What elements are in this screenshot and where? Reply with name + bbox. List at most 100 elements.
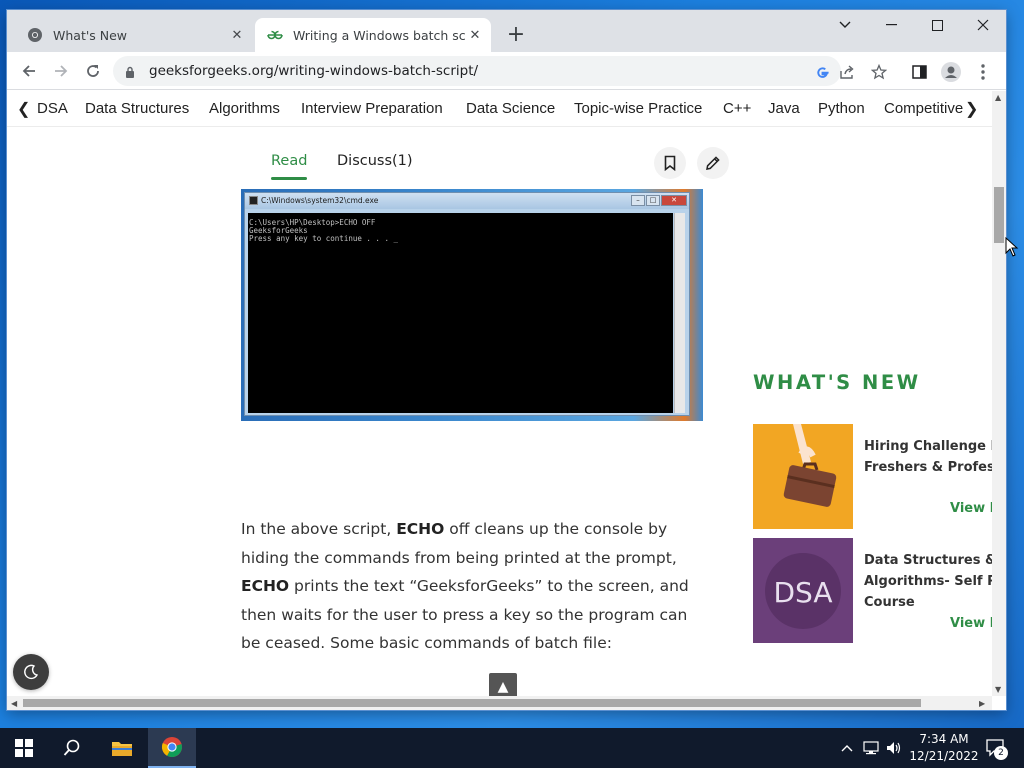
moon-icon bbox=[24, 664, 39, 680]
maximize-icon[interactable] bbox=[914, 10, 960, 40]
scroll-left-icon[interactable]: ◀ bbox=[11, 699, 17, 708]
start-button[interactable] bbox=[0, 728, 48, 768]
profile-avatar-icon[interactable] bbox=[941, 62, 961, 82]
nav-item-dsa[interactable]: DSA bbox=[37, 100, 68, 117]
google-lens-icon[interactable] bbox=[813, 63, 831, 81]
card-title: Data Structures & Algorithms- Self Paced… bbox=[864, 550, 992, 613]
system-clock[interactable]: 7:34 AM 12/21/2022 bbox=[908, 731, 980, 765]
cmd-minimize-icon: – bbox=[631, 195, 645, 206]
address-bar[interactable]: geeksforgeeks.org/writing-windows-batch-… bbox=[113, 56, 841, 86]
folder-icon bbox=[112, 742, 132, 756]
cmd-title: C:\Windows\system32\cmd.exe bbox=[261, 196, 379, 205]
dsa-course-image: DSA bbox=[753, 538, 853, 643]
chrome-icon bbox=[27, 27, 43, 43]
card-title-line: Freshers & Professionals bbox=[864, 460, 992, 475]
cmd-close-icon: ✕ bbox=[661, 195, 687, 206]
notification-center-icon[interactable]: 2 bbox=[984, 739, 1008, 760]
cmd-window-buttons: – □ ✕ bbox=[630, 195, 687, 206]
cmd-titlebar: C:\Windows\system32\cmd.exe – □ ✕ bbox=[245, 193, 689, 209]
card-title-line: Course bbox=[864, 595, 915, 610]
tab-strip: What's New ✕ Writing a Windows batch scr… bbox=[7, 10, 1006, 52]
dsa-logo-text: DSA bbox=[773, 576, 832, 609]
nav-item-topic-wise-practice[interactable]: Topic-wise Practice bbox=[574, 100, 702, 117]
share-icon[interactable] bbox=[837, 62, 857, 82]
mouse-cursor-icon bbox=[1005, 237, 1019, 257]
vertical-scrollbar[interactable]: ▲ ▼ bbox=[992, 91, 1006, 696]
active-tab-indicator bbox=[271, 177, 307, 180]
window-close-icon[interactable] bbox=[960, 10, 1006, 40]
windows-taskbar: 7:34 AM 12/21/2022 2 bbox=[0, 728, 1024, 768]
scroll-up-icon[interactable]: ▲ bbox=[995, 93, 1001, 102]
bold-keyword: ECHO bbox=[241, 577, 290, 595]
bookmark-star-icon[interactable] bbox=[869, 62, 889, 82]
tab-whats-new[interactable]: What's New ✕ bbox=[15, 18, 253, 52]
url-text: geeksforgeeks.org/writing-windows-batch-… bbox=[149, 63, 479, 79]
tab-read[interactable]: Read bbox=[271, 153, 307, 169]
article-paragraph: In the above script, ECHO off cleans up … bbox=[241, 515, 711, 658]
reload-icon[interactable] bbox=[80, 58, 106, 84]
close-icon[interactable]: ✕ bbox=[465, 25, 485, 45]
clock-date: 12/21/2022 bbox=[909, 749, 979, 763]
lock-icon[interactable] bbox=[125, 64, 135, 83]
volume-icon[interactable] bbox=[885, 739, 903, 757]
edit-pencil-icon[interactable] bbox=[697, 147, 729, 179]
cmd-icon bbox=[249, 196, 258, 205]
sidebar-card-dsa-course[interactable]: DSA Data Structures & Algorithms- Self P… bbox=[753, 538, 992, 643]
windows-logo-icon bbox=[15, 739, 33, 757]
cmd-screenshot-image: C:\Windows\system32\cmd.exe – □ ✕ C:\Use… bbox=[241, 189, 703, 421]
scroll-right-icon[interactable]: ▶ bbox=[979, 699, 985, 708]
nav-item-data-science[interactable]: Data Science bbox=[466, 100, 555, 117]
close-icon[interactable]: ✕ bbox=[227, 25, 247, 45]
tab-title: Writing a Windows batch script - Geeksfo… bbox=[293, 27, 465, 43]
nav-item-java[interactable]: Java bbox=[768, 100, 800, 117]
tab-discuss[interactable]: Discuss(1) bbox=[337, 153, 413, 169]
dark-mode-toggle[interactable] bbox=[13, 654, 49, 690]
browser-toolbar: geeksforgeeks.org/writing-windows-batch-… bbox=[7, 52, 1006, 90]
vertical-scroll-thumb[interactable] bbox=[994, 187, 1004, 243]
side-panel-icon[interactable] bbox=[909, 62, 929, 82]
search-button[interactable] bbox=[48, 728, 96, 768]
card-title-line: Data Structures & bbox=[864, 553, 992, 568]
bookmark-icon[interactable] bbox=[654, 147, 686, 179]
nav-item-competitive[interactable]: Competitive bbox=[884, 100, 964, 117]
cmd-maximize-icon: □ bbox=[646, 195, 660, 206]
new-tab-button[interactable]: + bbox=[503, 23, 529, 49]
scroll-to-top-button[interactable]: ▲ bbox=[489, 673, 517, 696]
nav-item-data-structures[interactable]: Data Structures bbox=[85, 100, 189, 117]
nav-item-algorithms[interactable]: Algorithms bbox=[209, 100, 280, 117]
chrome-taskbar-button[interactable] bbox=[148, 728, 196, 768]
view-details-link[interactable]: View Details bbox=[950, 616, 992, 631]
nav-item-python[interactable]: Python bbox=[818, 100, 865, 117]
minimize-icon[interactable] bbox=[868, 10, 914, 40]
text-segment: prints the text “GeeksforGeeks” to the s… bbox=[241, 577, 689, 652]
nav-item-interview-preparation[interactable]: Interview Preparation bbox=[301, 100, 443, 117]
hiring-briefcase-image bbox=[753, 424, 853, 529]
console-line: Press any key to continue . . . _ bbox=[249, 234, 399, 243]
scroll-down-icon[interactable]: ▼ bbox=[995, 685, 1001, 694]
nav-item-cpp[interactable]: C++ bbox=[723, 100, 751, 117]
horizontal-scroll-thumb[interactable] bbox=[23, 699, 921, 707]
nav-scroll-right-icon[interactable]: ❯ bbox=[965, 99, 978, 119]
tray-overflow-icon[interactable] bbox=[838, 739, 856, 757]
view-details-link[interactable]: View Details bbox=[950, 501, 992, 516]
back-icon[interactable] bbox=[16, 58, 42, 84]
nav-scroll-left-icon[interactable]: ❮ bbox=[17, 99, 30, 119]
sidebar-card-hiring[interactable]: Hiring Challenge For Freshers & Professi… bbox=[753, 424, 992, 529]
tab-search-icon[interactable] bbox=[822, 10, 868, 40]
tab-title: What's New bbox=[53, 27, 128, 43]
chrome-logo-icon bbox=[161, 737, 182, 758]
card-title-line: Algorithms- Self Paced bbox=[864, 574, 992, 589]
cmd-console: C:\Users\HP\Desktop>ECHO OFF GeeksforGee… bbox=[248, 213, 673, 413]
forward-icon[interactable] bbox=[48, 58, 74, 84]
chrome-window: What's New ✕ Writing a Windows batch scr… bbox=[7, 10, 1006, 710]
kebab-menu-icon[interactable] bbox=[973, 62, 993, 82]
text-segment: In the above script, bbox=[241, 520, 397, 538]
gfg-top-nav: ❮ DSA Data Structures Algorithms Intervi… bbox=[7, 91, 992, 127]
card-title: Hiring Challenge For Freshers & Professi… bbox=[864, 436, 992, 478]
network-icon[interactable] bbox=[862, 739, 880, 757]
tab-batch-script[interactable]: Writing a Windows batch script - Geeksfo… bbox=[255, 18, 491, 52]
whats-new-heading: WHAT'S NEW bbox=[753, 371, 921, 394]
notification-count-badge: 2 bbox=[994, 746, 1008, 760]
file-explorer-button[interactable] bbox=[98, 728, 146, 768]
horizontal-scrollbar[interactable]: ◀ ▶ bbox=[7, 696, 992, 710]
